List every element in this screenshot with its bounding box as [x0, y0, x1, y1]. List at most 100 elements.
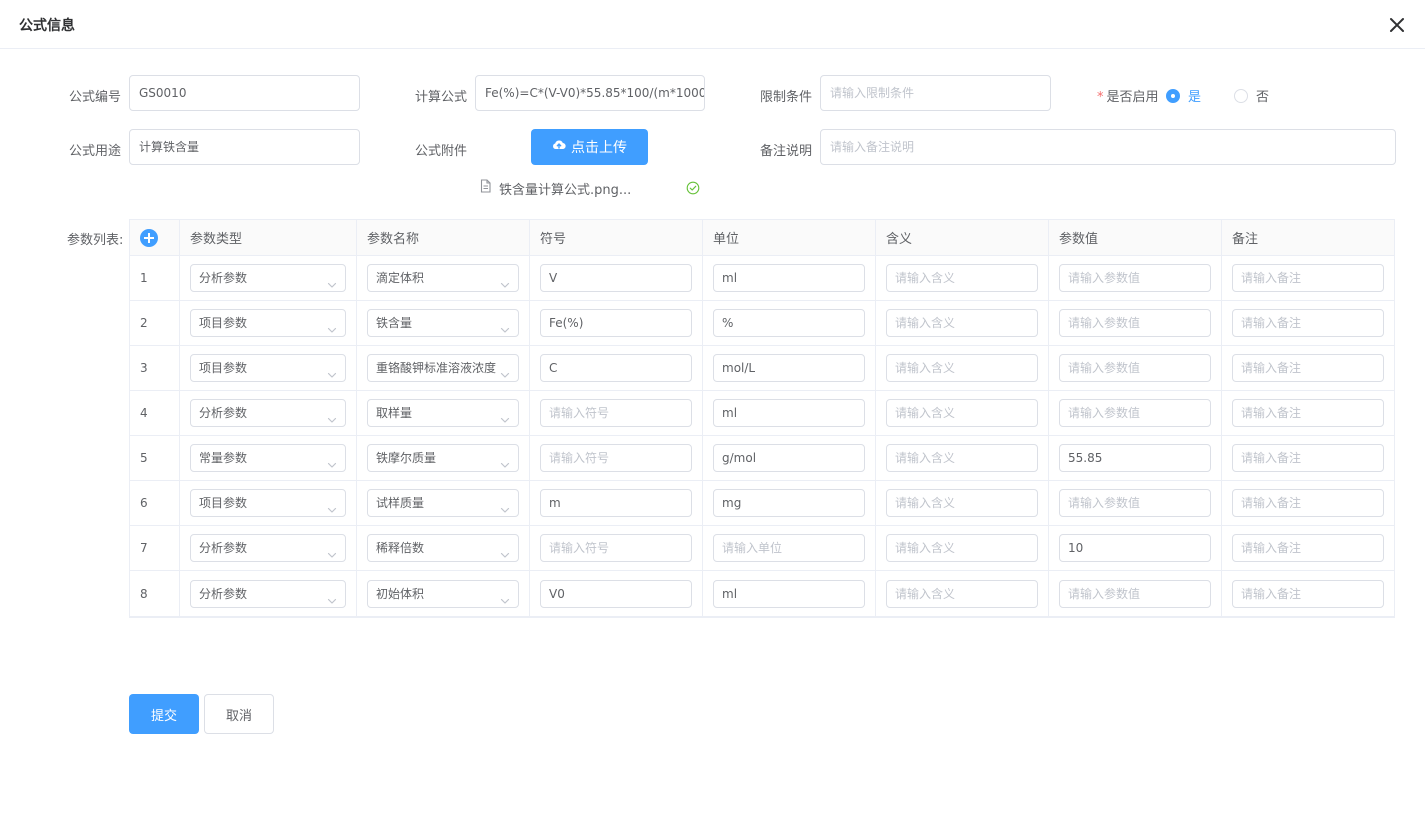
- name-select[interactable]: 铁含量: [367, 309, 519, 337]
- value-input[interactable]: 请输入参数值: [1059, 264, 1211, 292]
- value-input[interactable]: 请输入参数值: [1059, 489, 1211, 517]
- name-select[interactable]: 滴定体积: [367, 264, 519, 292]
- unit-input[interactable]: ml: [713, 264, 865, 292]
- remark-input[interactable]: 请输入备注: [1232, 399, 1384, 427]
- remark-cell: 请输入备注: [1222, 526, 1394, 570]
- name-select[interactable]: 重铬酸钾标准溶液浓度: [367, 354, 519, 382]
- table-row: 7 分析参数 稀释倍数 请输入符号 请输入单位 请输入含义 10 请输入备注: [130, 526, 1394, 571]
- unit-input[interactable]: ml: [713, 579, 865, 608]
- unit-input[interactable]: %: [713, 309, 865, 337]
- unit-input[interactable]: mol/L: [713, 354, 865, 382]
- chevron-down-icon: [327, 453, 337, 468]
- type-select[interactable]: 项目参数: [190, 309, 346, 337]
- symbol-input[interactable]: Fe(%): [540, 309, 692, 337]
- unit-input[interactable]: g/mol: [713, 444, 865, 472]
- type-select[interactable]: 项目参数: [190, 354, 346, 382]
- name-select-value: 试样质量: [376, 496, 425, 510]
- close-icon[interactable]: [1386, 14, 1408, 36]
- type-select[interactable]: 项目参数: [190, 489, 346, 517]
- value-input[interactable]: 请输入参数值: [1059, 354, 1211, 382]
- enable-label-text: 是否启用: [1106, 90, 1159, 105]
- type-cell: 分析参数: [180, 256, 357, 300]
- name-select-value: 铁摩尔质量: [376, 451, 437, 465]
- header-unit-label: 单位: [713, 232, 740, 247]
- type-select-value: 项目参数: [199, 316, 248, 330]
- meaning-input[interactable]: 请输入含义: [886, 264, 1038, 292]
- remark-input[interactable]: 请输入备注: [1232, 264, 1384, 292]
- remark-input[interactable]: 请输入备注: [1232, 309, 1384, 337]
- submit-button[interactable]: 提交: [129, 694, 199, 734]
- remark-input[interactable]: 请输入备注: [1232, 354, 1384, 382]
- name-select[interactable]: 稀释倍数: [367, 534, 519, 562]
- name-select[interactable]: 初始体积: [367, 579, 519, 608]
- type-cell: 项目参数: [180, 301, 357, 345]
- symbol-cell: C: [530, 346, 703, 390]
- row-index: 4: [140, 406, 148, 420]
- remark-input[interactable]: 请输入备注: [1232, 534, 1384, 562]
- type-cell: 分析参数: [180, 391, 357, 435]
- header-symbol-label: 符号: [540, 232, 567, 247]
- value-input[interactable]: 请输入参数值: [1059, 309, 1211, 337]
- type-select-value: 分析参数: [199, 406, 248, 420]
- symbol-input[interactable]: V0: [540, 579, 692, 608]
- remark-input[interactable]: 请输入备注: [1232, 579, 1384, 608]
- purpose-label: 公式用途: [69, 144, 122, 159]
- unit-cell: ml: [703, 256, 876, 300]
- remark-input[interactable]: 请输入备注: [1232, 444, 1384, 472]
- type-select[interactable]: 分析参数: [190, 579, 346, 608]
- symbol-input[interactable]: 请输入符号: [540, 534, 692, 562]
- symbol-input[interactable]: m: [540, 489, 692, 517]
- type-select[interactable]: 分析参数: [190, 399, 346, 427]
- remark-input[interactable]: 请输入备注说明: [820, 129, 1396, 165]
- type-select[interactable]: 分析参数: [190, 534, 346, 562]
- value-input[interactable]: 55.85: [1059, 444, 1211, 472]
- attachment-file-item[interactable]: 铁含量计算公式.png...: [479, 178, 701, 198]
- attachment-file-name: 铁含量计算公式.png...: [499, 182, 632, 198]
- remark-input[interactable]: 请输入备注: [1232, 489, 1384, 517]
- type-select[interactable]: 分析参数: [190, 264, 346, 292]
- header-type-label: 参数类型: [190, 232, 243, 247]
- add-row-icon[interactable]: [140, 228, 158, 247]
- meaning-cell: 请输入含义: [876, 571, 1049, 616]
- name-select[interactable]: 试样质量: [367, 489, 519, 517]
- chevron-down-icon: [500, 589, 510, 604]
- symbol-input[interactable]: V: [540, 264, 692, 292]
- name-select-value: 铁含量: [376, 316, 413, 330]
- purpose-input[interactable]: 计算铁含量: [129, 129, 360, 165]
- symbol-input[interactable]: 请输入符号: [540, 399, 692, 427]
- type-select[interactable]: 常量参数: [190, 444, 346, 472]
- unit-input[interactable]: ml: [713, 399, 865, 427]
- name-select[interactable]: 铁摩尔质量: [367, 444, 519, 472]
- meaning-input[interactable]: 请输入含义: [886, 309, 1038, 337]
- unit-input[interactable]: mg: [713, 489, 865, 517]
- row-index: 7: [140, 541, 148, 555]
- meaning-input[interactable]: 请输入含义: [886, 579, 1038, 608]
- code-input[interactable]: GS0010: [129, 75, 360, 111]
- meaning-input[interactable]: 请输入含义: [886, 354, 1038, 382]
- cancel-button[interactable]: 取消: [204, 694, 274, 734]
- name-cell: 稀释倍数: [357, 526, 530, 570]
- upload-button[interactable]: 点击上传: [531, 129, 648, 165]
- table-row: 6 项目参数 试样质量 m mg 请输入含义 请输入参数值 请输入备注: [130, 481, 1394, 526]
- row-index: 3: [140, 361, 148, 375]
- symbol-input[interactable]: C: [540, 354, 692, 382]
- limit-input[interactable]: 请输入限制条件: [820, 75, 1051, 111]
- meaning-input[interactable]: 请输入含义: [886, 399, 1038, 427]
- name-select-value: 滴定体积: [376, 271, 425, 285]
- enable-radio-yes[interactable]: 是: [1166, 86, 1201, 105]
- symbol-input[interactable]: 请输入符号: [540, 444, 692, 472]
- chevron-down-icon: [327, 589, 337, 604]
- meaning-input[interactable]: 请输入含义: [886, 534, 1038, 562]
- enable-radio-no[interactable]: 否: [1234, 86, 1269, 105]
- value-input[interactable]: 请输入参数值: [1059, 579, 1211, 608]
- unit-input[interactable]: 请输入单位: [713, 534, 865, 562]
- remark-cell: 请输入备注: [1222, 481, 1394, 525]
- value-input[interactable]: 10: [1059, 534, 1211, 562]
- meaning-input[interactable]: 请输入含义: [886, 444, 1038, 472]
- value-input[interactable]: 请输入参数值: [1059, 399, 1211, 427]
- name-select[interactable]: 取样量: [367, 399, 519, 427]
- name-cell: 滴定体积: [357, 256, 530, 300]
- chevron-down-icon: [500, 543, 510, 558]
- meaning-input[interactable]: 请输入含义: [886, 489, 1038, 517]
- formula-input[interactable]: Fe(%)=C*(V-V0)*55.85*100/(m*1000: [475, 75, 705, 111]
